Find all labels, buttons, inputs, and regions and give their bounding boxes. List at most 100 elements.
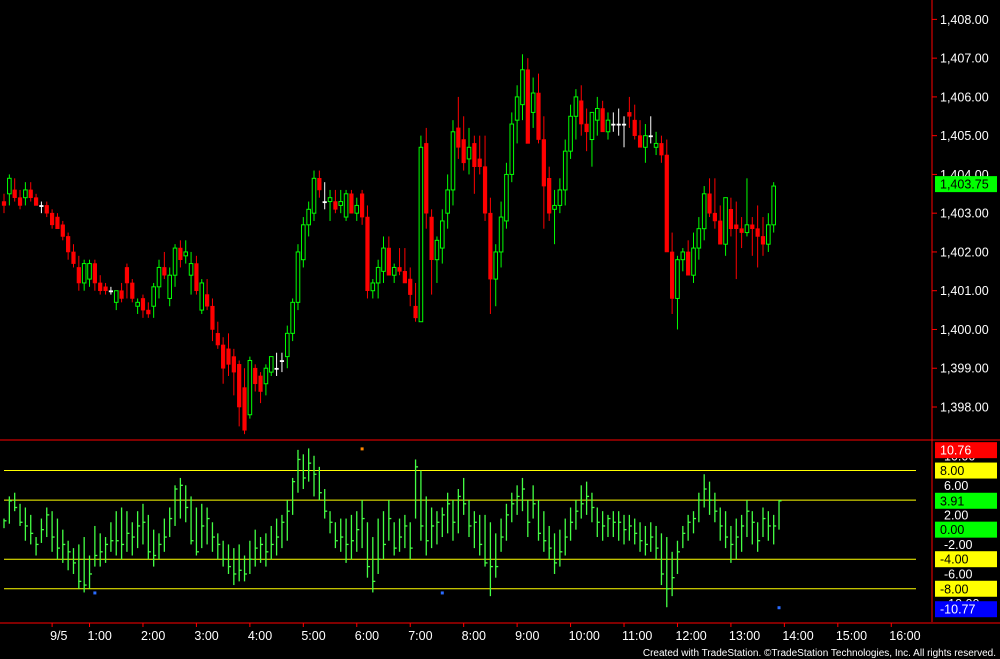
- candle-body: [637, 135, 643, 148]
- candle-body: [739, 228, 744, 233]
- price-tick-label: 1,403.00: [940, 207, 989, 221]
- level-label: -8.00: [940, 582, 969, 596]
- candle-body: [210, 305, 215, 330]
- candle-body: [268, 356, 274, 373]
- candle-body: [322, 201, 327, 204]
- candle-body: [509, 123, 515, 175]
- candle-body: [188, 263, 194, 276]
- candle-body: [530, 92, 536, 113]
- price-chart: 1,398.00 1,399.00 1,400.00 1,401.00 1,402.00…: [0, 0, 1000, 659]
- candle-body: [295, 251, 301, 303]
- candle-body: [231, 356, 236, 373]
- candle-body: [413, 305, 418, 319]
- candle-body: [140, 298, 146, 311]
- candle-body: [33, 197, 39, 206]
- candle-body: [472, 143, 477, 167]
- extreme-marker: [360, 447, 364, 451]
- time-tick-label: 5:00: [301, 629, 325, 643]
- price-tick-label: 1,405.00: [940, 129, 989, 143]
- candle-body: [771, 185, 776, 226]
- candle-body: [643, 135, 648, 148]
- time-tick-label: 15:00: [836, 629, 867, 643]
- candle-body: [562, 150, 568, 191]
- candle-body: [167, 274, 172, 299]
- candle-body: [87, 263, 92, 280]
- candle-body: [12, 189, 17, 198]
- candle-body: [338, 201, 344, 206]
- candle-body: [349, 193, 354, 214]
- candle-body: [311, 177, 317, 214]
- candle-body: [466, 146, 472, 160]
- candle-body: [7, 177, 12, 195]
- candle-body: [611, 123, 616, 126]
- candle-body: [439, 220, 445, 249]
- candle-body: [151, 286, 156, 307]
- candle-body: [306, 208, 311, 226]
- time-tick-label: 9/5: [50, 629, 67, 643]
- candle-body: [172, 247, 178, 276]
- candle-body: [600, 108, 605, 133]
- candle-body: [402, 271, 407, 284]
- time-tick-label: 10:00: [569, 629, 600, 643]
- candle-body: [718, 220, 723, 245]
- candle-body: [686, 251, 691, 276]
- candle-body: [156, 266, 162, 288]
- candle-body: [408, 278, 413, 295]
- candle-body: [365, 216, 370, 292]
- candle-body: [124, 267, 130, 284]
- time-tick-label: 8:00: [462, 629, 486, 643]
- time-tick-label: 11:00: [622, 629, 652, 643]
- candle-body: [375, 266, 381, 284]
- candle-body: [301, 224, 306, 261]
- candle-body: [60, 224, 65, 237]
- candle-body: [108, 290, 113, 293]
- candle-body: [386, 247, 391, 276]
- candle-body: [76, 267, 81, 284]
- candle-body: [242, 387, 247, 431]
- candle-body: [445, 189, 450, 214]
- candle-body: [488, 212, 493, 280]
- candle-body: [568, 115, 573, 152]
- candle-body: [670, 251, 675, 299]
- candle-body: [215, 333, 220, 346]
- time-tick-label: 13:00: [729, 629, 760, 643]
- candle-body: [354, 204, 360, 214]
- candle-body: [92, 263, 97, 284]
- candle-body: [333, 201, 338, 210]
- time-tick-label: 12:00: [675, 629, 706, 643]
- candle-body: [605, 119, 611, 133]
- marker-label: 3.91: [940, 494, 964, 508]
- marker-label: 0.00: [940, 523, 964, 537]
- candle-body: [541, 139, 546, 187]
- candle-body: [536, 92, 541, 140]
- candle-body: [707, 193, 712, 214]
- candle-body: [397, 267, 402, 272]
- candle-body: [728, 209, 734, 229]
- candle-body: [50, 212, 55, 226]
- osc-tick-label: -2.00: [944, 538, 973, 552]
- candle-body: [146, 309, 151, 315]
- time-tick-label: 9:00: [515, 629, 539, 643]
- candle-body: [274, 367, 279, 370]
- price-tick-label: 1,400.00: [940, 323, 989, 337]
- candle-body: [584, 123, 589, 133]
- candle-body: [130, 282, 135, 299]
- candle-body: [327, 197, 333, 203]
- candle-body: [573, 96, 579, 117]
- candle-body: [279, 360, 285, 362]
- extreme-marker: [777, 606, 781, 610]
- candle-body: [696, 228, 702, 249]
- candle-body: [381, 247, 386, 272]
- time-tick-label: 2:00: [141, 629, 165, 643]
- chart-background: [0, 0, 1000, 659]
- marker-label: -10.77: [940, 603, 975, 617]
- candle-body: [237, 364, 242, 408]
- candle-body: [434, 239, 440, 261]
- candle-body: [199, 282, 205, 311]
- candle-body: [498, 216, 504, 253]
- candle-body: [589, 111, 595, 141]
- candle-body: [429, 216, 434, 260]
- candle-body: [514, 96, 520, 121]
- candle-body: [653, 142, 659, 148]
- candle-body: [284, 332, 290, 358]
